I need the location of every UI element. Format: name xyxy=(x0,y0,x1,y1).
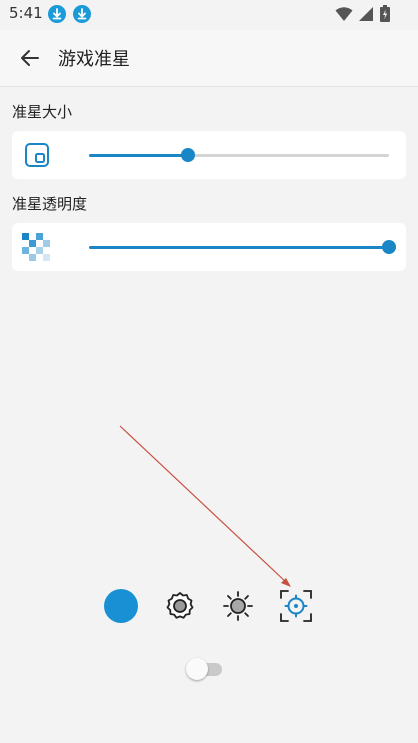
page-title: 游戏准星 xyxy=(58,49,130,70)
crosshair-opacity-label: 准星透明度 xyxy=(12,195,88,213)
signal-icon xyxy=(359,6,374,26)
arrow-left-icon[interactable] xyxy=(18,46,42,70)
download-icon xyxy=(48,5,66,23)
crosshair-target-icon[interactable] xyxy=(278,588,314,624)
battery-icon xyxy=(380,5,390,26)
slider-track xyxy=(89,240,396,254)
bottom-toolbar xyxy=(0,588,418,628)
slider-thumb[interactable] xyxy=(181,148,195,162)
slider-fill xyxy=(89,245,389,249)
color-swatch-button[interactable] xyxy=(103,588,139,624)
crosshair-opacity-slider[interactable] xyxy=(12,223,406,271)
slider-thumb[interactable] xyxy=(382,240,396,254)
slider-fill xyxy=(89,153,188,157)
status-time: 5:41 xyxy=(9,4,43,22)
enable-toggle[interactable] xyxy=(186,658,224,680)
app-bar: 游戏准星 xyxy=(0,30,418,87)
slider-track xyxy=(89,148,389,162)
toggle-thumb xyxy=(186,658,208,680)
settings-gear-icon[interactable] xyxy=(162,588,198,624)
color-swatch xyxy=(104,589,138,623)
download-icon xyxy=(73,5,91,23)
crosshair-size-slider[interactable] xyxy=(12,131,406,179)
wifi-icon xyxy=(335,6,353,26)
crosshair-size-card xyxy=(12,131,406,179)
crosshair-opacity-card xyxy=(12,223,406,271)
status-bar: 5:41 xyxy=(0,0,418,30)
crosshair-size-label: 准星大小 xyxy=(12,103,73,121)
brightness-icon[interactable] xyxy=(220,588,256,624)
